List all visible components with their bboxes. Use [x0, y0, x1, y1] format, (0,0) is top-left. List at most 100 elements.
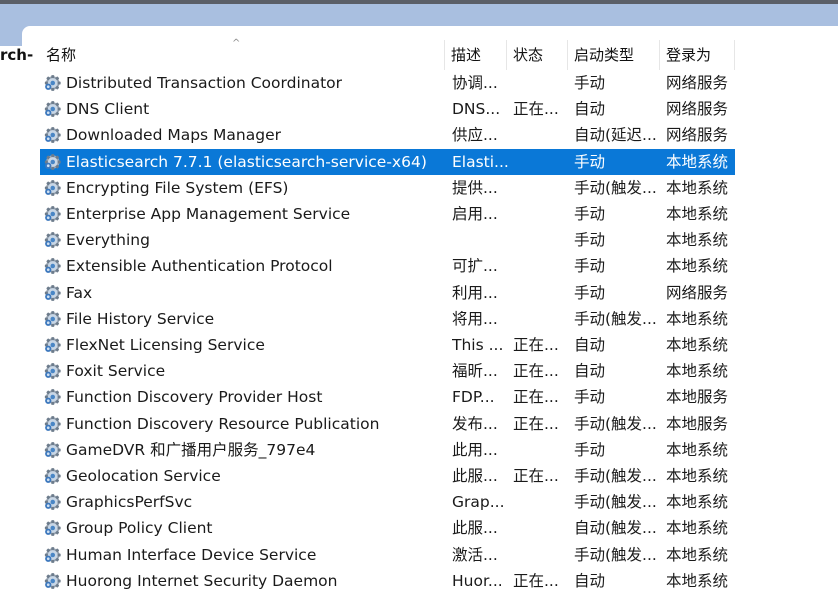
column-header-startup[interactable]: 启动类型 — [568, 40, 660, 70]
service-row[interactable]: FlexNet Licensing Service This ... 正在... 自动… — [40, 332, 735, 358]
service-name: Elasticsearch 7.7.1 (elasticsearch-servi… — [66, 152, 427, 171]
service-description: 此服... — [452, 467, 498, 485]
service-gear-icon — [44, 468, 61, 484]
service-status — [513, 437, 565, 463]
service-name: Enterprise App Management Service — [66, 205, 351, 223]
service-status — [513, 70, 565, 96]
service-gear-icon — [44, 179, 61, 196]
service-description: 供应... — [452, 126, 498, 145]
service-gear-icon — [44, 441, 61, 458]
service-name: DNS Client — [66, 100, 150, 119]
service-startup-type: 自动(触发... — [574, 519, 657, 538]
service-row[interactable]: GameDVR 和广播用户服务_797e4 此用... 手动 本地系统 — [40, 437, 735, 463]
column-header: 名称 ^ 描述 状态 启动类型 登录为 — [40, 38, 838, 70]
service-name: File History Service — [66, 309, 215, 328]
service-startup-type: 手动(触发... — [574, 493, 657, 512]
service-gear-icon — [44, 101, 61, 118]
service-gear-icon — [44, 75, 61, 91]
service-startup-type: 手动(触发... — [574, 467, 657, 485]
service-name: Foxit Service — [66, 362, 166, 381]
service-name: Encrypting File System (EFS) — [66, 178, 289, 197]
service-name: Downloaded Maps Manager — [66, 126, 282, 145]
service-logon-as: 本地系统 — [666, 519, 729, 538]
service-row[interactable]: Fax 利用... 手动 网络服务 — [40, 280, 735, 306]
service-logon-as: 本地系统 — [666, 231, 729, 250]
service-startup-type: 手动(触发... — [574, 309, 657, 328]
service-startup-type: 自动 — [574, 336, 606, 354]
service-status: 正在... — [513, 336, 559, 354]
service-description: 可扩... — [452, 257, 498, 276]
service-name: Extensible Authentication Protocol — [66, 257, 333, 276]
service-status — [513, 542, 565, 568]
service-row[interactable]: Geolocation Service 此服... 正在... 手动(触发... 本地系… — [40, 463, 735, 489]
left-pane-label: rch- — [0, 46, 34, 64]
service-logon-as: 本地系统 — [666, 440, 729, 459]
service-row[interactable]: GraphicsPerfSvc Grap... 手动(触发... 本地系统 — [40, 489, 735, 515]
service-startup-type: 手动 — [574, 74, 606, 92]
service-logon-as: 本地服务 — [666, 414, 729, 433]
service-description: 协调... — [452, 74, 498, 92]
column-header-status[interactable]: 状态 — [507, 40, 568, 70]
service-startup-type: 手动(触发... — [574, 414, 657, 433]
service-row[interactable]: Elasticsearch 7.7.1 (elasticsearch-servi… — [40, 148, 735, 175]
service-description: Grap... — [452, 493, 505, 512]
service-name: Everything — [66, 231, 150, 250]
service-startup-type: 手动(触发... — [574, 545, 657, 564]
service-status: 正在... — [513, 467, 559, 485]
service-name: FlexNet Licensing Service — [66, 336, 265, 354]
service-row[interactable]: Function Discovery Provider Host FDP... 正在… — [40, 384, 735, 410]
column-header-name-label: 名称 — [46, 46, 77, 64]
service-row[interactable]: Foxit Service 福昕... 正在... 自动 本地系统 — [40, 358, 735, 384]
service-startup-type: 手动 — [574, 388, 606, 407]
service-gear-icon — [44, 232, 61, 249]
service-description: DNS... — [452, 100, 501, 119]
column-header-desc[interactable]: 描述 — [445, 40, 507, 70]
service-startup-type: 手动 — [574, 152, 606, 171]
service-status — [513, 280, 565, 306]
service-description: Elasti... — [452, 152, 509, 171]
service-row[interactable]: Group Policy Client 此服... 自动(触发... 本地系统 — [40, 515, 735, 541]
service-description: 此服... — [452, 519, 498, 538]
service-description: 将用... — [452, 309, 498, 328]
service-gear-icon — [44, 546, 61, 563]
service-logon-as: 本地系统 — [666, 205, 729, 223]
service-row[interactable]: DNS Client DNS... 正在... 自动 网络服务 — [40, 96, 735, 122]
service-gear-icon — [44, 389, 61, 406]
service-row[interactable]: Enterprise App Management Service 启用... 手动… — [40, 201, 735, 227]
service-gear-icon — [44, 363, 61, 380]
service-name: Function Discovery Resource Publication — [66, 414, 380, 433]
service-description: This ... — [452, 336, 504, 354]
service-gear-icon — [44, 258, 61, 275]
service-row[interactable]: Encrypting File System (EFS) 提供... 手动(触发..… — [40, 175, 735, 201]
title-bar — [0, 4, 838, 26]
service-row[interactable]: Everything 手动 本地系统 — [40, 227, 735, 253]
service-name: Group Policy Client — [66, 519, 213, 538]
service-row[interactable]: Distributed Transaction Coordinator 协调...… — [40, 70, 735, 96]
service-startup-type: 手动 — [574, 231, 606, 250]
service-logon-as: 本地系统 — [666, 336, 729, 354]
service-gear-icon — [44, 337, 61, 353]
service-row[interactable]: Function Discovery Resource Publication 发… — [40, 411, 735, 437]
service-row[interactable]: File History Service 将用... 手动(触发... 本地系统 — [40, 306, 735, 332]
service-row[interactable]: Human Interface Device Service 激活... 手动(触发… — [40, 542, 735, 568]
service-logon-as: 网络服务 — [666, 74, 729, 92]
service-startup-type: 手动 — [574, 440, 606, 459]
service-logon-as: 本地系统 — [666, 545, 729, 564]
service-logon-as: 网络服务 — [666, 100, 729, 119]
service-logon-as: 网络服务 — [666, 283, 729, 302]
service-gear-icon — [44, 494, 61, 511]
sort-ascending-icon: ^ — [232, 38, 241, 49]
service-logon-as: 本地系统 — [666, 467, 729, 485]
service-row[interactable]: Extensible Authentication Protocol 可扩... 手… — [40, 253, 735, 279]
service-description: 福昕... — [452, 362, 498, 381]
service-startup-type: 自动(延迟... — [574, 126, 657, 145]
column-header-name[interactable]: 名称 ^ — [40, 38, 445, 70]
service-logon-as: 本地系统 — [666, 493, 729, 512]
service-gear-icon — [44, 520, 61, 537]
service-row[interactable]: Downloaded Maps Manager 供应... 自动(延迟... 网络服务 — [40, 122, 735, 148]
service-description: FDP... — [452, 388, 495, 407]
column-header-logon[interactable]: 登录为 — [660, 40, 735, 70]
service-startup-type: 自动 — [574, 100, 606, 119]
service-status — [513, 201, 565, 227]
service-startup-type: 手动(触发... — [574, 178, 657, 197]
